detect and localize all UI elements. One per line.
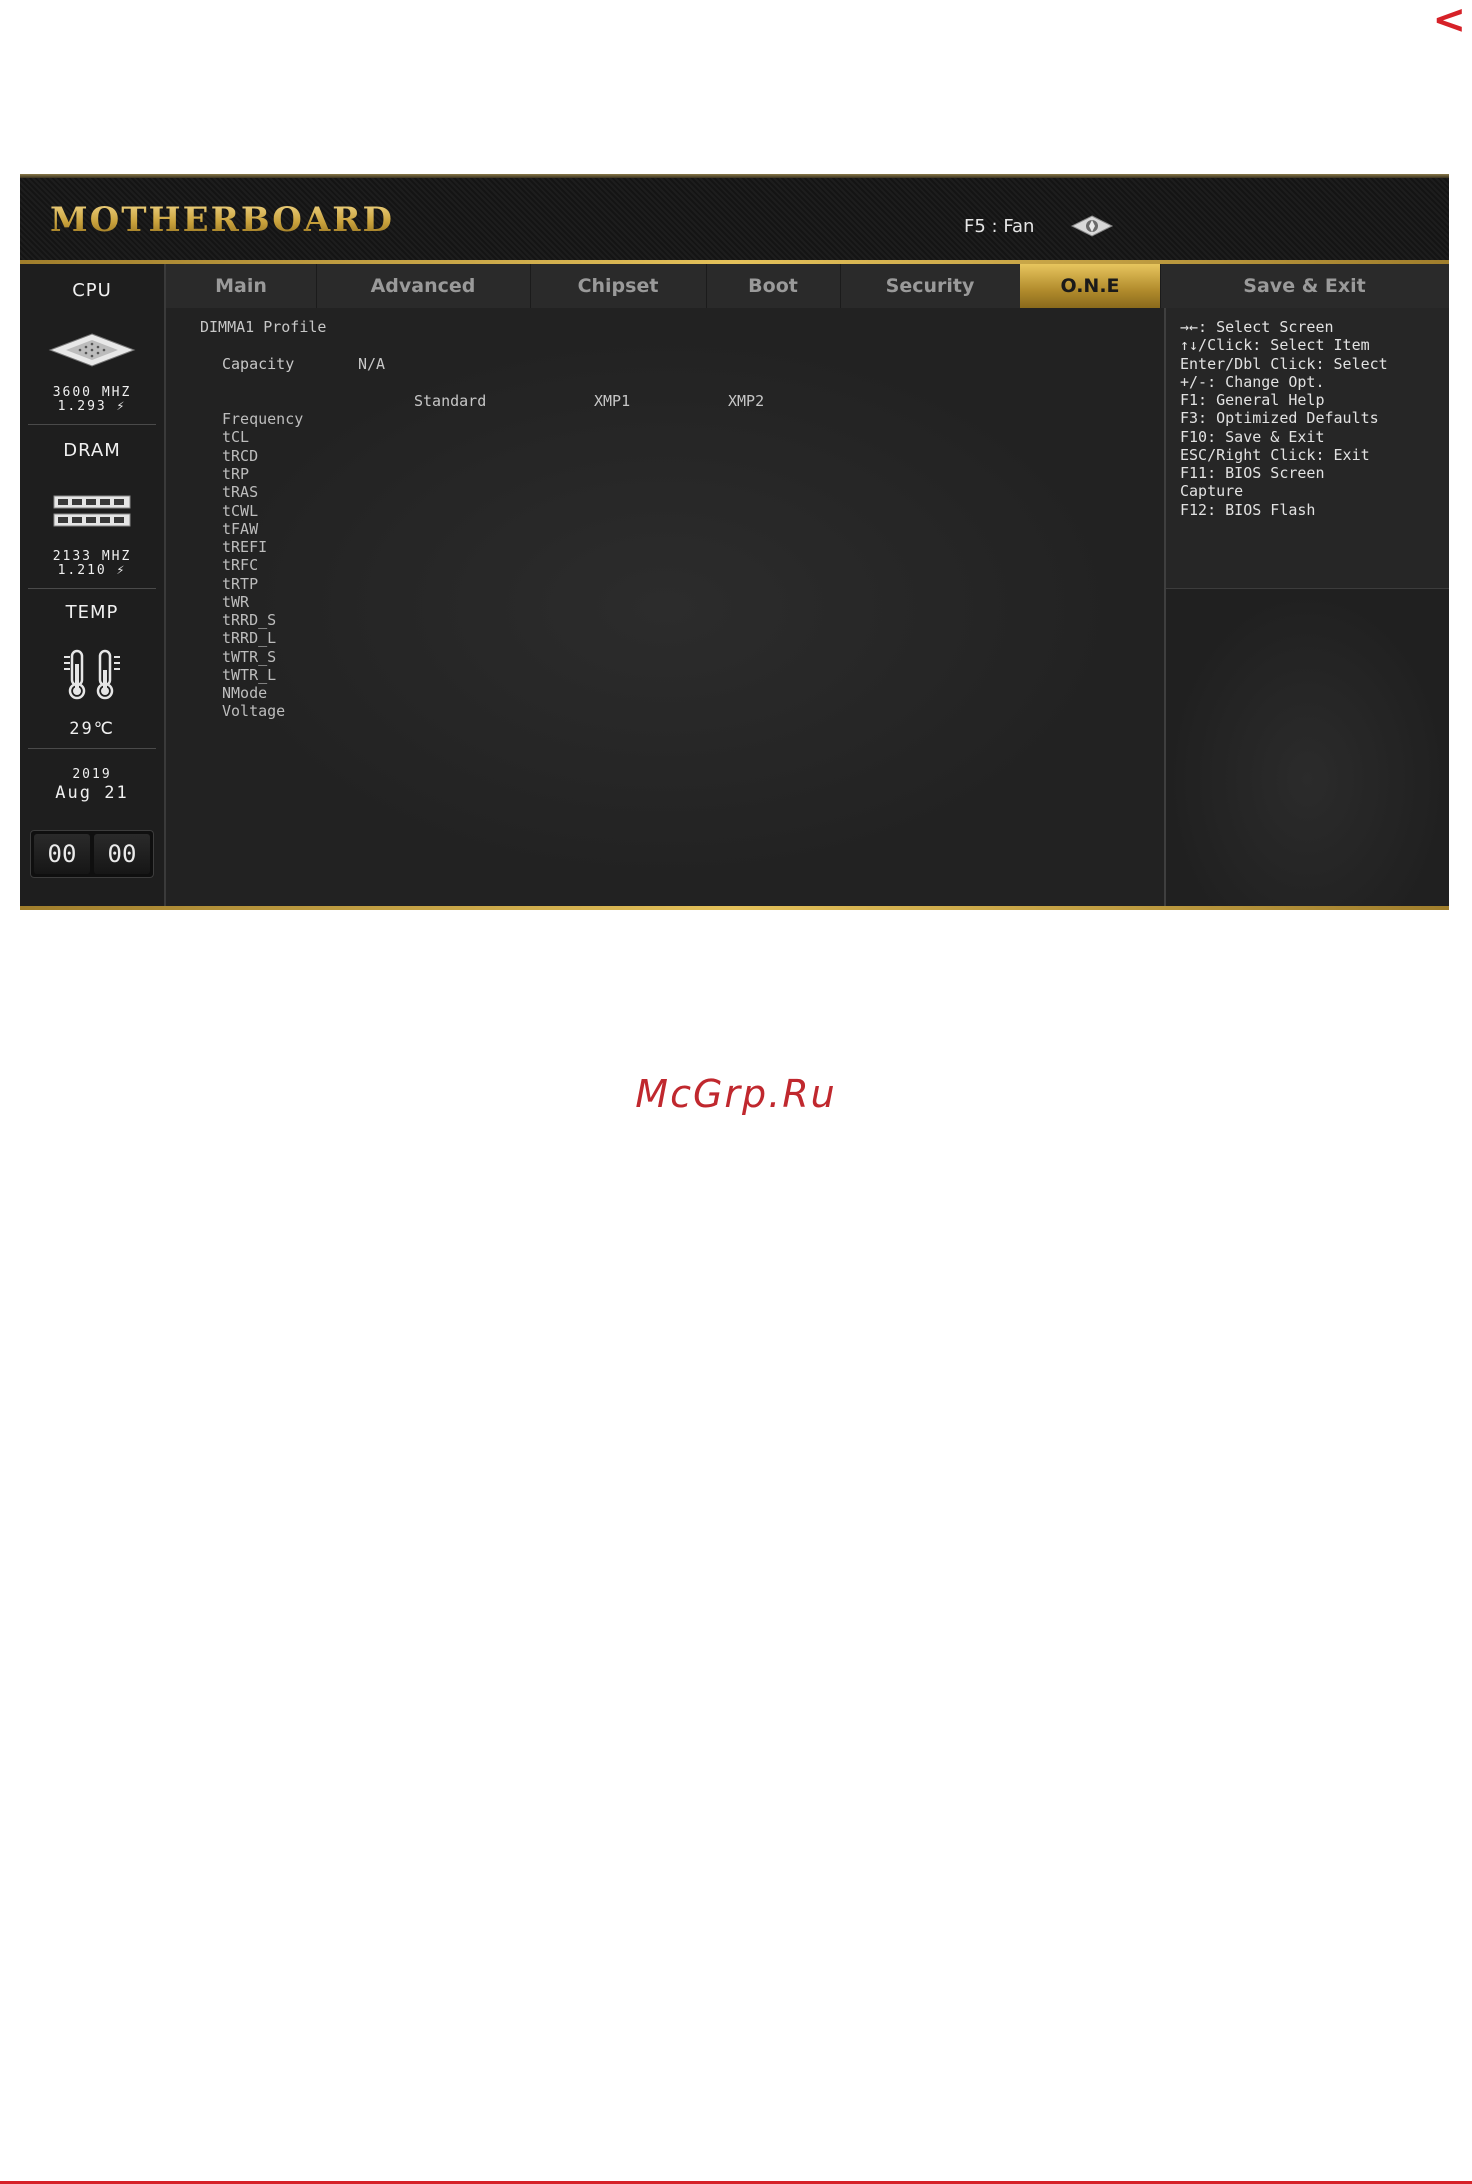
param-row[interactable]: tREFI bbox=[222, 538, 267, 556]
status-sidebar: CPU 3600 MHZ 1.293 ⚡ DRAM 2133 MHZ 1.210… bbox=[20, 264, 166, 906]
cpu-frequency: 3600 MHZ bbox=[52, 385, 132, 400]
capacity-value: N/A bbox=[358, 355, 386, 373]
cpu-chip-icon bbox=[48, 333, 136, 367]
help-line: F10: Save & Exit bbox=[1180, 428, 1325, 446]
help-line: F12: BIOS Flash bbox=[1180, 501, 1316, 519]
help-line: ESC/Right Click: Exit bbox=[1180, 446, 1370, 464]
watermark-text: McGrp.Ru bbox=[635, 1072, 837, 1116]
brand-logo: MOTHERBOARD bbox=[50, 200, 394, 240]
column-header-standard: Standard bbox=[414, 392, 487, 410]
help-line: →←: Select Screen bbox=[1180, 318, 1334, 336]
param-row[interactable]: tWTR_L bbox=[222, 666, 276, 684]
tab-one[interactable]: O.N.E bbox=[1020, 264, 1161, 308]
help-line: F1: General Help bbox=[1180, 391, 1325, 409]
tab-advanced[interactable]: Advanced bbox=[316, 264, 531, 308]
help-line: ↑↓/Click: Select Item bbox=[1180, 336, 1370, 354]
param-row[interactable]: tRRD_L bbox=[222, 629, 276, 647]
page-nav-arrow[interactable]: < bbox=[1432, 0, 1466, 40]
param-row[interactable]: tRFC bbox=[222, 556, 258, 574]
sidebar-divider bbox=[28, 588, 156, 589]
help-line: +/-: Change Opt. bbox=[1180, 373, 1325, 391]
fan-shortcut-label[interactable]: F5 : Fan bbox=[964, 216, 1034, 237]
temperature-value: 29℃ bbox=[69, 719, 115, 739]
dram-voltage: 1.210 ⚡ bbox=[57, 563, 127, 578]
param-row[interactable]: tRCD bbox=[222, 447, 258, 465]
tab-main[interactable]: Main bbox=[166, 264, 317, 308]
fan-icon[interactable] bbox=[1070, 214, 1114, 238]
param-row[interactable]: Frequency bbox=[222, 410, 303, 428]
date-year: 2019 bbox=[72, 767, 112, 782]
sidebar-divider bbox=[28, 424, 156, 425]
bios-screenshot: MOTHERBOARD F5 : Fan CPU 3600 MHZ 1.293 … bbox=[20, 174, 1449, 910]
thermometer-icon bbox=[64, 649, 120, 700]
clock-display: 00 00 bbox=[30, 830, 154, 878]
param-row[interactable]: tCL bbox=[222, 428, 249, 446]
capacity-label: Capacity bbox=[222, 355, 295, 373]
dram-frequency: 2133 MHZ bbox=[52, 549, 132, 564]
param-row[interactable]: tWTR_S bbox=[222, 648, 276, 666]
param-row[interactable]: Voltage bbox=[222, 702, 285, 720]
column-header-xmp1: XMP1 bbox=[594, 392, 631, 410]
help-line: F3: Optimized Defaults bbox=[1180, 409, 1379, 427]
main-content-panel: DIMMA1 Profile Capacity N/A Standard XMP… bbox=[166, 308, 1166, 906]
column-header-xmp2: XMP2 bbox=[728, 392, 765, 410]
param-row[interactable]: tCWL bbox=[222, 502, 258, 520]
dram-module-icon bbox=[53, 495, 131, 527]
param-row[interactable]: NMode bbox=[222, 684, 267, 702]
param-row[interactable]: tRRD_S bbox=[222, 611, 276, 629]
help-panel-lower bbox=[1166, 589, 1449, 906]
tab-save-exit[interactable]: Save & Exit bbox=[1160, 264, 1449, 308]
sidebar-divider bbox=[28, 748, 156, 749]
cpu-voltage: 1.293 ⚡ bbox=[57, 399, 127, 414]
param-row[interactable]: tFAW bbox=[222, 520, 258, 538]
section-title: DIMMA1 Profile bbox=[200, 318, 327, 336]
help-line: Capture bbox=[1180, 482, 1244, 500]
clock-hours: 00 bbox=[34, 834, 90, 874]
help-line: F11: BIOS Screen bbox=[1180, 464, 1325, 482]
help-panel: →←: Select Screen ↑↓/Click: Select Item … bbox=[1166, 308, 1449, 589]
tab-chipset[interactable]: Chipset bbox=[530, 264, 707, 308]
clock-minutes: 00 bbox=[94, 834, 150, 874]
tab-boot[interactable]: Boot bbox=[706, 264, 841, 308]
bios-header: MOTHERBOARD F5 : Fan bbox=[20, 178, 1449, 260]
param-row[interactable]: tWR bbox=[222, 593, 249, 611]
date-month-day: Aug 21 bbox=[55, 783, 129, 803]
param-row[interactable]: tRAS bbox=[222, 483, 258, 501]
cpu-title: CPU bbox=[72, 280, 112, 301]
tab-bar: Main Advanced Chipset Boot Security O.N.… bbox=[166, 264, 1449, 308]
dram-title: DRAM bbox=[63, 440, 121, 461]
bottom-gold-line bbox=[20, 906, 1449, 910]
tab-security[interactable]: Security bbox=[840, 264, 1021, 308]
temp-title: TEMP bbox=[65, 602, 119, 623]
param-row[interactable]: tRP bbox=[222, 465, 249, 483]
help-line: Enter/Dbl Click: Select bbox=[1180, 355, 1388, 373]
param-row[interactable]: tRTP bbox=[222, 575, 258, 593]
